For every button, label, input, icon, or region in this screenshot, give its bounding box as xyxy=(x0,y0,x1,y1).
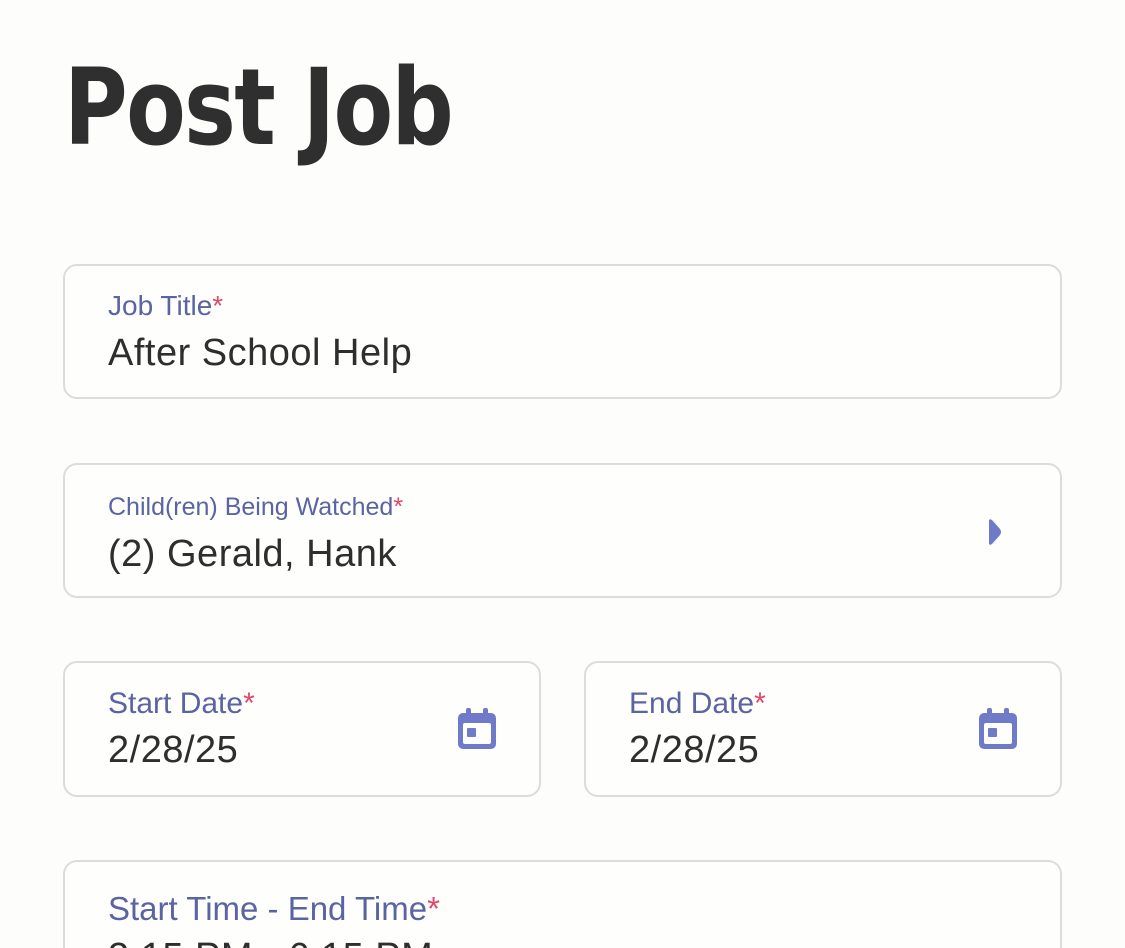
end-date-label-text: End Date xyxy=(629,687,755,720)
children-label-text: Child(ren) Being Watched xyxy=(108,493,394,521)
required-asterisk: * xyxy=(754,687,766,720)
required-asterisk: * xyxy=(212,290,224,321)
chevron-right-icon[interactable] xyxy=(985,517,1005,547)
start-date-label-text: Start Date xyxy=(108,687,244,720)
end-date-field[interactable]: End Date* 2/28/25 xyxy=(584,661,1062,797)
children-label: Child(ren) Being Watched* xyxy=(108,493,403,522)
required-asterisk: * xyxy=(393,493,404,521)
start-date-value: 2/28/25 xyxy=(108,729,239,771)
calendar-icon[interactable] xyxy=(455,706,499,752)
calendar-icon[interactable] xyxy=(976,706,1020,752)
required-asterisk: * xyxy=(427,890,440,927)
time-range-field[interactable]: Start Time - End Time* 3:15 PM - 6:15 PM xyxy=(63,860,1062,948)
end-date-value: 2/28/25 xyxy=(629,729,760,771)
page-title: Post Job xyxy=(64,46,454,169)
job-title-value: After School Help xyxy=(108,332,413,374)
required-asterisk: * xyxy=(243,687,255,720)
children-field[interactable]: Child(ren) Being Watched* (2) Gerald, Ha… xyxy=(63,463,1062,598)
end-date-label: End Date* xyxy=(629,687,766,721)
start-date-label: Start Date* xyxy=(108,687,255,721)
time-range-label: Start Time - End Time* xyxy=(108,890,440,928)
start-date-field[interactable]: Start Date* 2/28/25 xyxy=(63,661,541,797)
job-title-field[interactable]: Job Title* After School Help xyxy=(63,264,1062,399)
job-title-label-text: Job Title xyxy=(108,290,213,321)
time-range-value: 3:15 PM - 6:15 PM xyxy=(108,936,433,948)
job-title-label: Job Title* xyxy=(108,290,223,322)
children-value: (2) Gerald, Hank xyxy=(108,533,397,575)
time-range-label-text: Start Time - End Time xyxy=(108,890,428,927)
post-job-screen: Post Job Job Title* After School Help Ch… xyxy=(0,0,1125,948)
